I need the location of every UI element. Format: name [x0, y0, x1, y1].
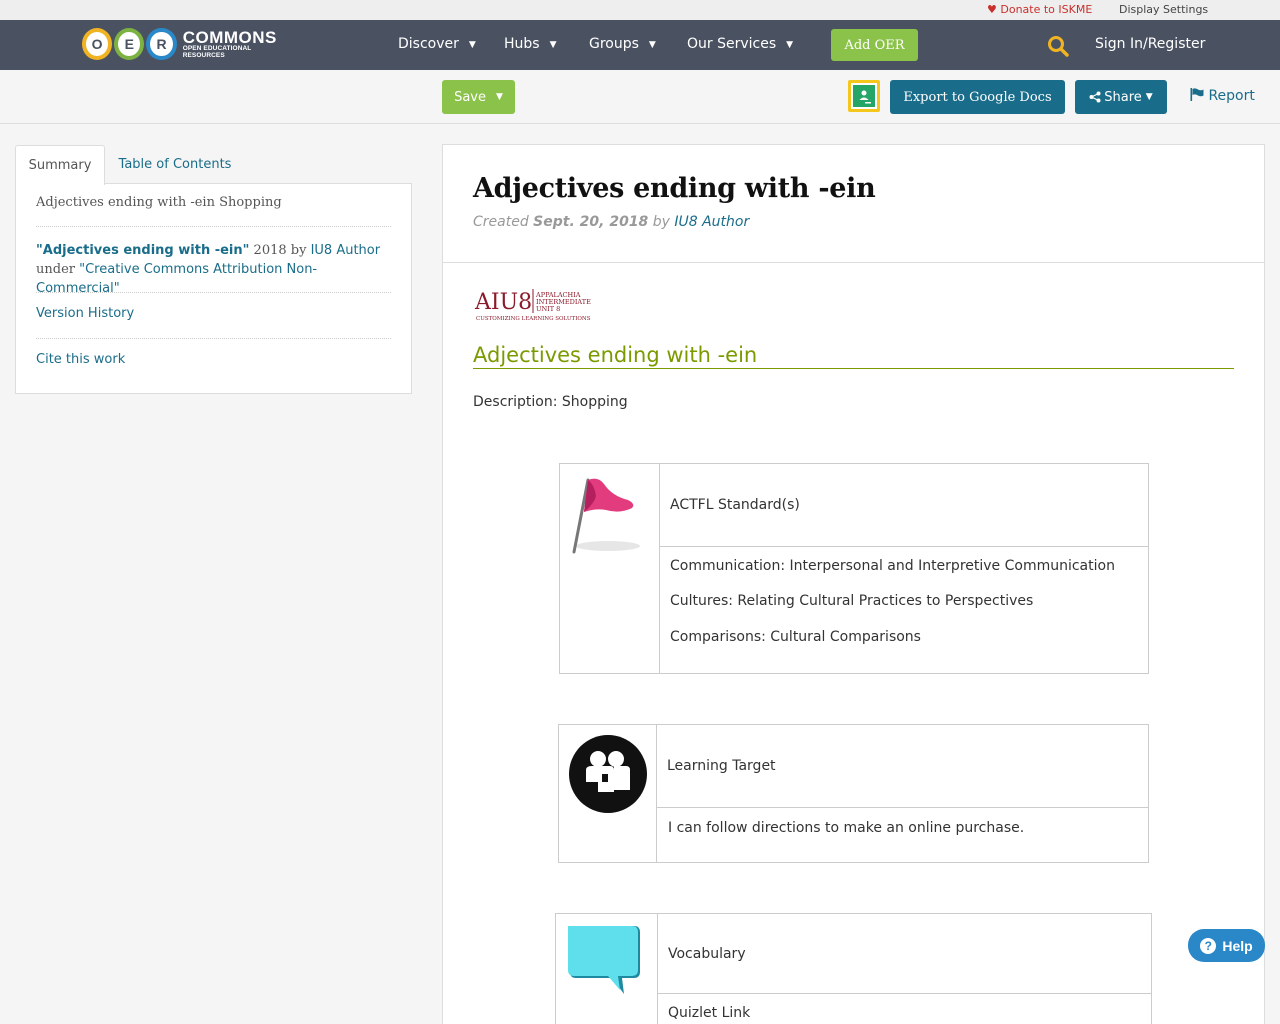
nav-hubs-label: Hubs [504, 36, 540, 52]
actfl-header: ACTFL Standard(s) [660, 464, 1148, 547]
flag-icon [572, 478, 640, 554]
search-icon[interactable] [1047, 35, 1069, 57]
actfl-line-1: Communication: Interpersonal and Interpr… [670, 558, 1115, 574]
main-nav: O E R COMMONS OPEN EDUCATIONAL RESOURCES… [0, 20, 1280, 70]
nav-our-services[interactable]: Our Services ▼ [687, 36, 793, 52]
aiu8-logo-line3: UNIT 8 [536, 305, 560, 313]
report-link[interactable]: Report [1190, 88, 1255, 104]
speech-bubble-icon [568, 926, 640, 994]
nav-our-services-label: Our Services [687, 36, 777, 52]
save-button[interactable]: Save ▼ [442, 80, 515, 114]
logo-word: COMMONS [182, 28, 277, 47]
vocabulary-card: Vocabulary Quizlet Link [555, 913, 1152, 1024]
actfl-line-3: Comparisons: Cultural Comparisons [670, 629, 921, 645]
nav-discover[interactable]: Discover ▼ [398, 36, 476, 52]
learning-target-header: Learning Target [657, 725, 1148, 808]
author-link[interactable]: IU8 Author [311, 243, 381, 258]
help-label: Help [1222, 937, 1253, 954]
created-label: Created [473, 214, 534, 230]
question-icon: ? [1200, 937, 1217, 954]
resource-title-link[interactable]: "Adjectives ending with -ein" [36, 243, 249, 258]
donate-link[interactable]: ♥ Donate to ISKME [987, 3, 1092, 16]
add-oer-button[interactable]: Add OER [831, 29, 918, 61]
actfl-line-2: Cultures: Relating Cultural Practices to… [670, 593, 1034, 609]
google-classroom-icon [851, 83, 877, 109]
aiu8-logo: AIU8 APPALACHIA INTERMEDIATE UNIT 8 CUST… [474, 289, 591, 322]
description: Description: Shopping [473, 394, 628, 410]
logo-tagline: OPEN EDUCATIONAL RESOURCES [182, 45, 252, 59]
sign-in-register-link[interactable]: Sign In/Register [1095, 36, 1205, 52]
oer-commons-logo[interactable]: O E R COMMONS OPEN EDUCATIONAL RESOURCES [82, 26, 287, 62]
license-link[interactable]: "Creative Commons Attribution Non-Commer… [36, 262, 317, 296]
caret-down-icon: ▼ [496, 92, 503, 102]
chevron-down-icon: ▼ [786, 40, 794, 50]
logo-letter-e: E [114, 28, 145, 60]
quizlet-link[interactable]: Quizlet Link [668, 1005, 750, 1021]
attribution-year: 2018 by [249, 243, 311, 258]
report-label: Report [1208, 88, 1255, 104]
tab-summary[interactable]: Summary [15, 145, 105, 185]
action-toolbar: Save ▼ Export to Google Docs Share ▼ Repor… [0, 70, 1280, 124]
created-date: Sept. 20, 2018 [533, 214, 649, 230]
aiu8-logo-main: AIU8 [474, 290, 532, 315]
version-history-link[interactable]: Version History [36, 306, 391, 321]
nav-groups-label: Groups [589, 36, 639, 52]
by-label: by [648, 214, 675, 230]
page-title: Adjectives ending with -ein [473, 173, 876, 204]
cite-work-link[interactable]: Cite this work [36, 352, 391, 367]
attribution-under: under [36, 262, 80, 277]
icon-cell [556, 914, 658, 1024]
resource-header: Adjectives ending with -ein Created Sept… [443, 145, 1264, 263]
sidebar-tabs: Summary Table of Contents [15, 145, 412, 185]
author-link[interactable]: IU8 Author [674, 214, 749, 230]
vocabulary-header: Vocabulary [658, 914, 1151, 994]
divider [36, 226, 391, 227]
logo-text: COMMONS OPEN EDUCATIONAL RESOURCES [183, 29, 287, 59]
nav-hubs[interactable]: Hubs ▼ [504, 36, 557, 52]
share-icon [1089, 91, 1101, 103]
share-label: Share [1104, 89, 1142, 105]
chevron-down-icon: ▼ [648, 40, 656, 50]
logo-letter-r: R [146, 28, 177, 60]
attribution: "Adjectives ending with -ein" 2018 by IU… [36, 241, 391, 298]
share-button[interactable]: Share ▼ [1075, 80, 1167, 114]
flag-icon [1190, 88, 1204, 101]
heart-icon: ♥ [987, 3, 997, 16]
icon-cell [560, 464, 660, 673]
display-settings-link[interactable]: Display Settings [1119, 3, 1208, 16]
export-google-docs-button[interactable]: Export to Google Docs [890, 80, 1065, 114]
logo-letter-o: O [82, 28, 113, 60]
divider [36, 338, 391, 339]
chevron-down-icon: ▼ [468, 40, 476, 50]
help-button[interactable]: ? Help [1188, 929, 1265, 962]
resource-content: Adjectives ending with -ein Created Sept… [442, 144, 1265, 1024]
utility-bar: ♥ Donate to ISKME Display Settings [0, 0, 1280, 20]
actfl-standards-card: ACTFL Standard(s) Communication: Interpe… [559, 463, 1149, 674]
summary-text: Adjectives ending with -ein Shopping [36, 195, 282, 210]
summary-panel: Adjectives ending with -ein Shopping "Ad… [15, 183, 412, 394]
divider [36, 292, 391, 293]
caret-down-icon: ▼ [1145, 92, 1153, 102]
section-heading: Adjectives ending with -ein [473, 343, 1234, 369]
byline: Created Sept. 20, 2018 by IU8 Author [473, 214, 749, 230]
google-classroom-button[interactable] [848, 80, 880, 112]
aiu8-logo-tagline: CUSTOMIZING LEARNING SOLUTIONS [476, 316, 591, 322]
icon-cell [559, 725, 657, 862]
donate-label: Donate to ISKME [1000, 3, 1093, 16]
people-icon [569, 735, 647, 813]
save-label: Save [454, 89, 486, 105]
nav-discover-label: Discover [398, 36, 459, 52]
nav-groups[interactable]: Groups ▼ [589, 36, 656, 52]
chevron-down-icon: ▼ [549, 40, 557, 50]
learning-target-line-1: I can follow directions to make an onlin… [668, 820, 1025, 836]
tab-table-of-contents[interactable]: Table of Contents [110, 145, 240, 184]
learning-target-card: Learning Target I can follow directions … [558, 724, 1149, 863]
